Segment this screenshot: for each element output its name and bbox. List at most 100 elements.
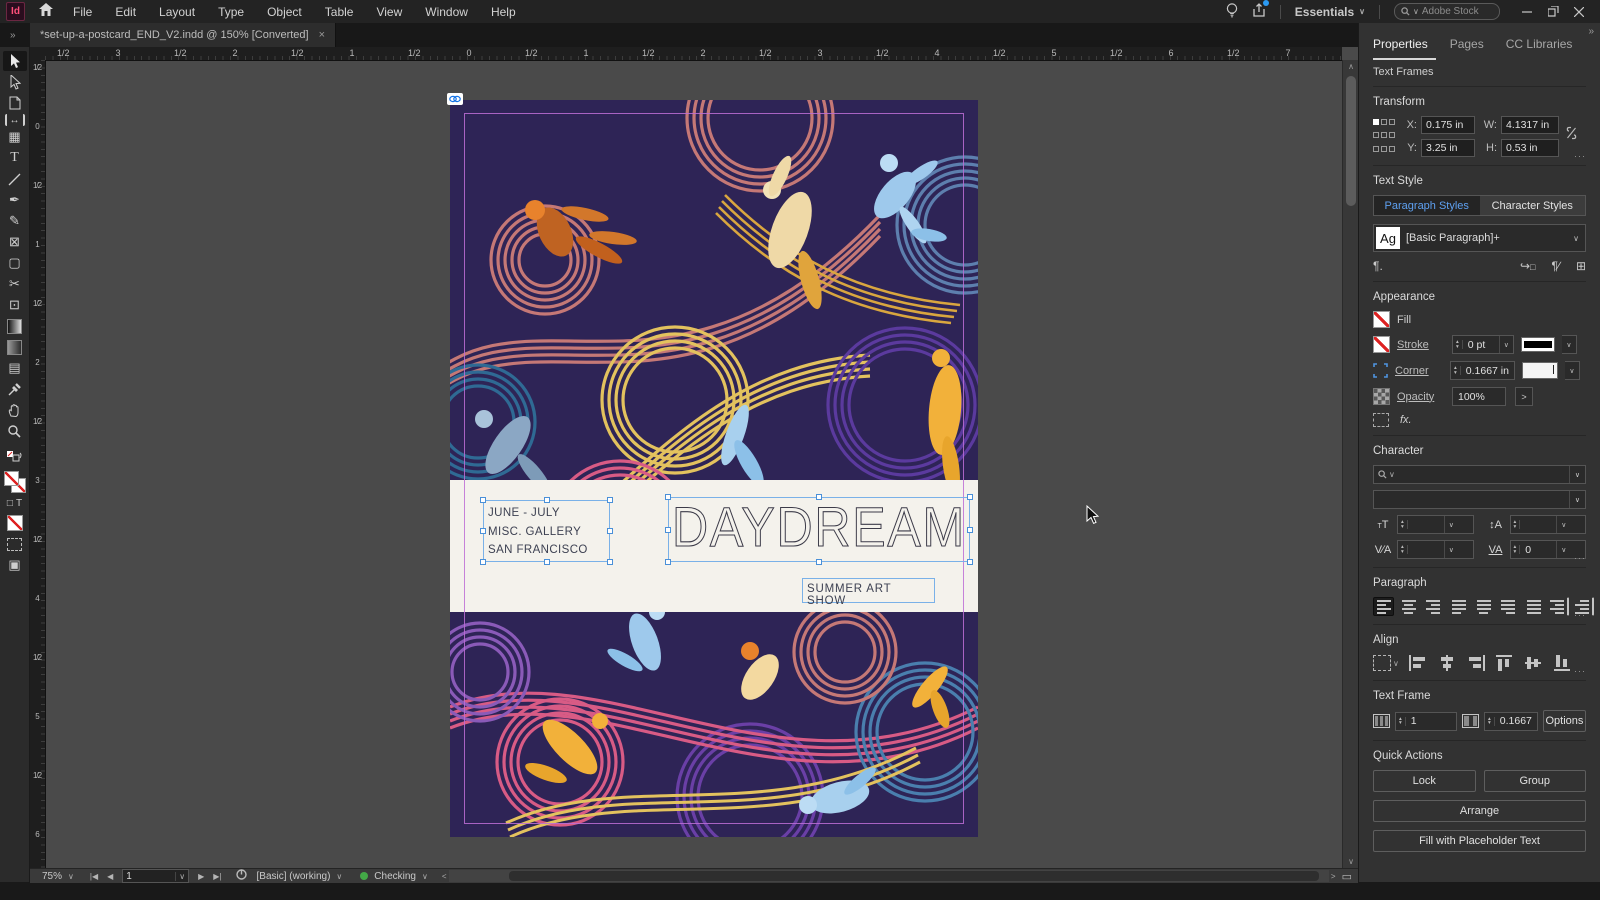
character-styles-tab[interactable]: Character Styles (1479, 196, 1585, 215)
y-input[interactable] (1421, 139, 1475, 157)
align-objects-right-button[interactable] (1466, 654, 1486, 672)
gutter-stepper[interactable]: ▴ ▾ 0.1667 (1484, 711, 1538, 731)
fill-stroke-swatches[interactable] (3, 471, 26, 493)
scissors-tool[interactable]: ✂ (3, 274, 27, 294)
stroke-type-swatch[interactable] (1520, 337, 1555, 352)
gradient-feather-tool[interactable] (3, 337, 27, 357)
first-page-button[interactable]: |◀ (90, 872, 98, 881)
zoom-level-select[interactable]: 75% ∨ (42, 871, 74, 882)
chevron-down-icon[interactable]: ∨ (1567, 234, 1585, 243)
menu-help[interactable]: Help (491, 5, 516, 19)
content-collector-tool[interactable]: ▦ (3, 127, 27, 147)
group-button[interactable]: Group (1483, 770, 1586, 792)
vertical-scrollbar[interactable]: ∧ ∨ (1342, 60, 1359, 868)
align-objects-bottom-button[interactable] (1553, 654, 1573, 672)
tab-cc-libraries[interactable]: CC Libraries (1506, 37, 1581, 60)
gradient-tool[interactable] (3, 316, 27, 336)
scroll-left-icon[interactable]: < (442, 872, 447, 881)
page-number-input[interactable] (123, 870, 176, 882)
stroke-type-dropdown[interactable]: ∨ (1561, 335, 1577, 354)
menu-window[interactable]: Window (425, 5, 468, 19)
columns-stepper[interactable]: ▴ ▾ 1 (1395, 711, 1457, 731)
scroll-down-icon[interactable]: ∨ (1343, 857, 1359, 866)
effects-fx-icon[interactable]: fx. (1400, 414, 1412, 426)
justify-last-center-button[interactable] (1473, 597, 1494, 616)
prev-page-button[interactable]: ◀ (107, 872, 113, 881)
view-options-icon[interactable] (3, 534, 27, 554)
free-transform-tool[interactable]: ⊡ (3, 295, 27, 315)
postcard-document[interactable]: JUNE - JULY MISC. GALLERY SAN FRANCISCO … (447, 93, 978, 837)
menu-type[interactable]: Type (218, 5, 244, 19)
restore-button[interactable] (1540, 0, 1566, 23)
scroll-up-icon[interactable]: ∧ (1343, 62, 1359, 71)
tab-properties[interactable]: Properties (1373, 37, 1436, 60)
align-objects-vcenter-button[interactable] (1524, 654, 1544, 672)
align-objects-left-button[interactable] (1408, 654, 1428, 672)
align-objects-hcenter-button[interactable] (1437, 654, 1457, 672)
frame-edge-icon[interactable] (1373, 413, 1389, 427)
eyedropper-tool[interactable] (3, 379, 27, 399)
paragraph-mark-icon[interactable]: ¶. (1373, 259, 1383, 273)
align-left-button[interactable] (1373, 597, 1394, 616)
w-input[interactable] (1501, 116, 1559, 134)
menu-edit[interactable]: Edit (115, 5, 136, 19)
close-window-button[interactable] (1566, 0, 1592, 23)
kerning-stepper[interactable]: ▴ ▾ ∨ (1397, 540, 1474, 559)
align-to-selector[interactable]: ∨ (1373, 655, 1399, 671)
align-objects-top-button[interactable] (1495, 654, 1515, 672)
lock-button[interactable]: Lock (1373, 770, 1476, 792)
preflight-status[interactable]: Checking ∨ (360, 871, 428, 882)
paragraph-styles-tab[interactable]: Paragraph Styles (1374, 196, 1480, 215)
justify-last-right-button[interactable] (1498, 597, 1519, 616)
tab-pages[interactable]: Pages (1450, 37, 1492, 60)
font-style-select[interactable]: ∨ (1373, 490, 1586, 509)
apply-color-swatch[interactable] (3, 513, 27, 533)
opacity-value[interactable]: 100% (1452, 387, 1506, 406)
container-icon[interactable]: □ (7, 498, 13, 509)
align-right-button[interactable] (1423, 597, 1444, 616)
opacity-expand-icon[interactable]: > (1515, 387, 1533, 406)
menu-view[interactable]: View (376, 5, 402, 19)
menu-layout[interactable]: Layout (159, 5, 195, 19)
workspace-switcher[interactable]: Essentials ∨ (1295, 5, 1365, 19)
opacity-label[interactable]: Opacity (1397, 391, 1445, 403)
chevron-down-icon[interactable]: ∨ (175, 871, 188, 881)
redefine-style-icon[interactable]: ↪□ (1520, 259, 1536, 273)
document-tab[interactable]: *set-up-a-postcard_END_V2.indd @ 150% [C… (30, 23, 337, 47)
align-more-icon[interactable]: ··· (1574, 666, 1586, 676)
justify-last-left-button[interactable] (1448, 597, 1469, 616)
paragraph-more-icon[interactable]: ··· (1574, 610, 1586, 620)
corner-size-stepper[interactable]: ▴ ▾ 0.1667 in (1450, 361, 1515, 380)
screen-mode-icon[interactable]: ▣ (3, 555, 27, 575)
stroke-label[interactable]: Stroke (1397, 339, 1445, 351)
gap-tool[interactable]: ↔ (4, 114, 25, 126)
corner-label[interactable]: Corner (1395, 365, 1443, 377)
hand-tool[interactable] (3, 400, 27, 420)
font-size-stepper[interactable]: ▴ ▾ ∨ (1397, 515, 1474, 534)
horizontal-scroll-thumb[interactable] (508, 871, 1319, 881)
menu-object[interactable]: Object (267, 5, 302, 19)
text-icon[interactable]: T (16, 498, 22, 509)
paragraph-style-select[interactable]: Ag [Basic Paragraph]+ ∨ (1373, 224, 1586, 252)
close-tab-icon[interactable]: × (319, 29, 325, 41)
text-frame-options-button[interactable]: Options (1542, 710, 1586, 732)
justify-all-button[interactable] (1523, 597, 1544, 616)
fill-color-swatch[interactable] (1373, 311, 1390, 328)
info-text-frame[interactable]: JUNE - JULY MISC. GALLERY SAN FRANCISCO (480, 497, 613, 565)
leading-stepper[interactable]: ▴ ▾ ∨ (1509, 515, 1586, 534)
h-input[interactable] (1501, 139, 1559, 157)
character-more-icon[interactable]: ··· (1574, 553, 1586, 563)
frame-tool[interactable]: ⊠ (3, 232, 27, 252)
subtitle-text-frame[interactable]: SUMMER ART SHOW (802, 578, 935, 607)
corner-shape-dropdown[interactable]: ∨ (1564, 361, 1580, 380)
stroke-color-swatch[interactable] (1373, 336, 1390, 353)
minimize-button[interactable] (1514, 0, 1540, 23)
direct-selection-tool[interactable] (3, 72, 27, 92)
vertical-scroll-thumb[interactable] (1346, 76, 1356, 206)
preflight-profile-select[interactable]: [Basic] (working) ∨ (257, 871, 343, 882)
formatting-affects-toggle[interactable]: □ T (7, 498, 22, 509)
arrange-button[interactable]: Arrange (1373, 800, 1586, 822)
rectangle-tool[interactable]: ▢ (3, 253, 27, 273)
share-icon[interactable] (1252, 0, 1269, 20)
clear-overrides-icon[interactable]: ¶∕ (1551, 259, 1559, 273)
